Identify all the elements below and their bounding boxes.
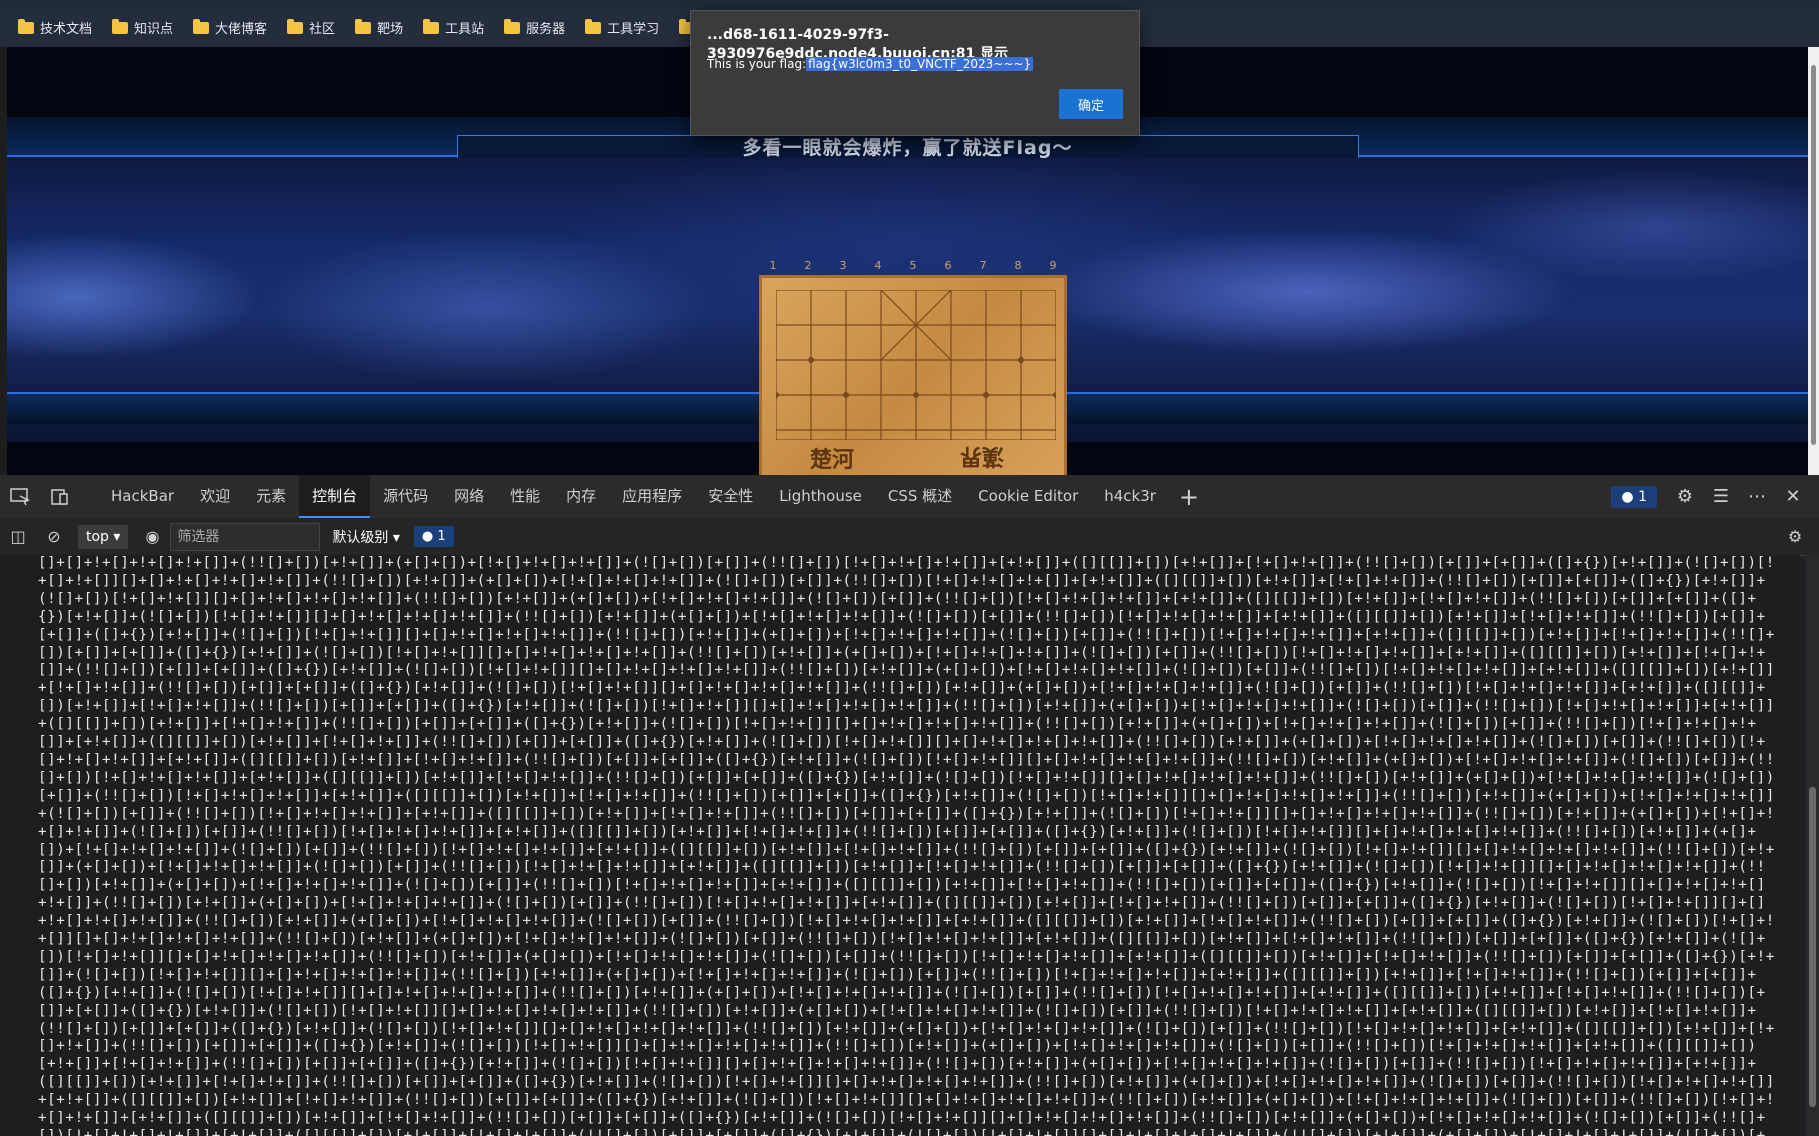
devtools-tab[interactable]: h4ck3r — [1091, 475, 1169, 518]
bookmark-label: 大佬博客 — [215, 22, 268, 37]
devtools-tab[interactable]: CSS 概述 — [875, 475, 965, 518]
devtools-tabs: HackBar 欢迎 元素 控制台 源代码 网络 性能 内存 应用程序 安全性 Lighthouse… — [98, 475, 1169, 518]
customize-devtools-icon[interactable]: ☰ — [1703, 486, 1739, 507]
devtools-tab[interactable]: 欢迎 — [187, 475, 243, 518]
bookmark-folder[interactable]: 社区 — [287, 18, 335, 37]
folder-icon — [355, 18, 372, 34]
page-scrollbar[interactable] — [1808, 47, 1819, 475]
devtools-tab[interactable]: 应用程序 — [609, 475, 695, 518]
alert-flag-text[interactable]: flag{w3lc0m3_t0_VNCTF_2023~~~} — [806, 57, 1034, 71]
bookmark-label: 靶场 — [377, 22, 404, 37]
devtools-tab[interactable]: 网络 — [441, 475, 497, 518]
devtools-tab[interactable]: 安全性 — [695, 475, 766, 518]
chess-board-area: 1 2 3 4 5 6 7 8 9 楚河 漢界 — [753, 259, 1073, 475]
board-column-number: 7 — [979, 259, 987, 272]
board-column-number: 3 — [839, 259, 847, 272]
folder-icon — [423, 18, 440, 34]
console-settings-gear-icon[interactable]: ⚙ — [1777, 527, 1813, 546]
devtools-tab[interactable]: 内存 — [553, 475, 609, 518]
bookmark-label: 工具学习 — [607, 22, 660, 37]
bookmark-folder[interactable]: 知识点 — [112, 18, 173, 37]
folder-icon — [18, 18, 34, 34]
console-output: []+[]+!+[]+!+[]+!+[]]+(!![]+[])[+!+[]]+(… — [0, 555, 1800, 1136]
folder-icon — [287, 18, 304, 34]
context-selector[interactable]: top ▾ — [78, 524, 129, 549]
alert-ok-button[interactable]: 确定 — [1059, 89, 1123, 119]
devtools-tab-bar: HackBar 欢迎 元素 控制台 源代码 网络 性能 内存 应用程序 安全性 Lighthouse… — [0, 475, 1819, 519]
sidebar-toggle-icon[interactable]: ◫ — [0, 527, 36, 546]
devtools-right-controls: ● 1 ⚙ ☰ ⋯ ✕ — [1611, 475, 1811, 518]
clear-console-icon[interactable]: ⊘ — [36, 527, 72, 546]
folder-icon — [504, 18, 521, 34]
bookmark-label: 社区 — [309, 22, 336, 37]
devtools-tab[interactable]: 控制台 — [299, 475, 371, 518]
log-level-value: 默认级别 — [332, 529, 389, 546]
bookmark-label: 知识点 — [134, 22, 174, 37]
bookmark-folder[interactable]: 工具学习 — [585, 18, 659, 37]
inspect-element-icon[interactable] — [0, 475, 40, 518]
board-column-number: 8 — [1014, 259, 1022, 272]
console-scrollbar[interactable] — [1806, 555, 1819, 1136]
bookmark-folder[interactable]: 服务器 — [504, 18, 565, 37]
folder-icon — [585, 18, 602, 34]
live-expression-eye-icon[interactable]: ◉ — [134, 527, 170, 546]
river-label-left: 楚河 — [810, 448, 855, 473]
devtools-tab[interactable]: Cookie Editor — [965, 475, 1091, 518]
bookmark-label: 技术文档 — [40, 22, 93, 37]
issues-count: 1 — [1638, 488, 1647, 505]
browser-tab-strip — [0, 0, 1819, 8]
board-grid — [776, 290, 1056, 440]
console-scrollbar-thumb[interactable] — [1809, 787, 1816, 1107]
board-column-number: 1 — [769, 259, 777, 272]
devtools-tab[interactable]: Lighthouse — [766, 475, 875, 518]
device-toolbar-icon[interactable] — [40, 475, 80, 518]
board-column-number: 2 — [804, 259, 812, 272]
console-toolbar: ◫ ⊘ top ▾ ◉ 筛选器 默认级别 ▾ ● 1 ⚙ — [0, 518, 1819, 556]
console-filter-input[interactable]: 筛选器 — [170, 522, 321, 551]
more-options-icon[interactable]: ⋯ — [1739, 486, 1775, 507]
devtools-tab[interactable]: 元素 — [243, 475, 299, 518]
alert-message-prefix: This is your flag: — [707, 57, 807, 71]
alert-message: This is your flag: flag{w3lc0m3_t0_VNCTF_… — [707, 57, 1034, 71]
page-title: 多看一眼就会爆炸，赢了就送Flag～ — [742, 137, 1073, 159]
bookmark-folder[interactable]: 大佬博客 — [193, 18, 267, 37]
log-level-dropdown[interactable]: 默认级别 ▾ — [332, 527, 399, 547]
settings-gear-icon[interactable]: ⚙ — [1667, 486, 1703, 507]
board-column-number: 6 — [944, 259, 952, 272]
board-column-number: 9 — [1049, 259, 1057, 272]
console-issues-badge[interactable]: ● 1 — [413, 526, 454, 547]
board-column-number: 5 — [909, 259, 917, 272]
devtools-tab[interactable]: 性能 — [497, 475, 553, 518]
devtools-tab[interactable]: HackBar — [98, 475, 187, 518]
folder-icon — [193, 18, 210, 34]
bookmark-folder[interactable]: 靶场 — [355, 18, 403, 37]
folder-icon — [112, 18, 129, 34]
issues-badge[interactable]: ● 1 — [1611, 485, 1657, 508]
console-log-text: []+[]+!+[]+!+[]+!+[]]+(!![]+[])[+!+[]]+(… — [38, 555, 1775, 1136]
bookmark-label: 工具站 — [445, 22, 485, 37]
add-tab-icon[interactable]: + — [1169, 475, 1209, 518]
devtools-panel: HackBar 欢迎 元素 控制台 源代码 网络 性能 内存 应用程序 安全性 Lighthouse… — [0, 475, 1819, 1136]
context-value: top — [86, 528, 109, 545]
bookmark-folder[interactable]: 技术文档 — [18, 18, 92, 37]
xiangqi-board[interactable]: 楚河 漢界 — [759, 275, 1067, 475]
bookmark-folder[interactable]: 工具站 — [423, 18, 484, 37]
page-scrollbar-thumb[interactable] — [1811, 65, 1816, 445]
console-issues-count: 1 — [437, 529, 446, 544]
river-label-right: 漢界 — [960, 443, 1005, 468]
bookmark-label: 服务器 — [526, 22, 566, 37]
devtools-tab[interactable]: 源代码 — [370, 475, 441, 518]
board-column-number: 4 — [874, 259, 882, 272]
alert-dialog: ...d68-1611-4029-97f3-3930976e9ddc.node4… — [690, 10, 1140, 136]
close-devtools-icon[interactable]: ✕ — [1775, 486, 1811, 507]
